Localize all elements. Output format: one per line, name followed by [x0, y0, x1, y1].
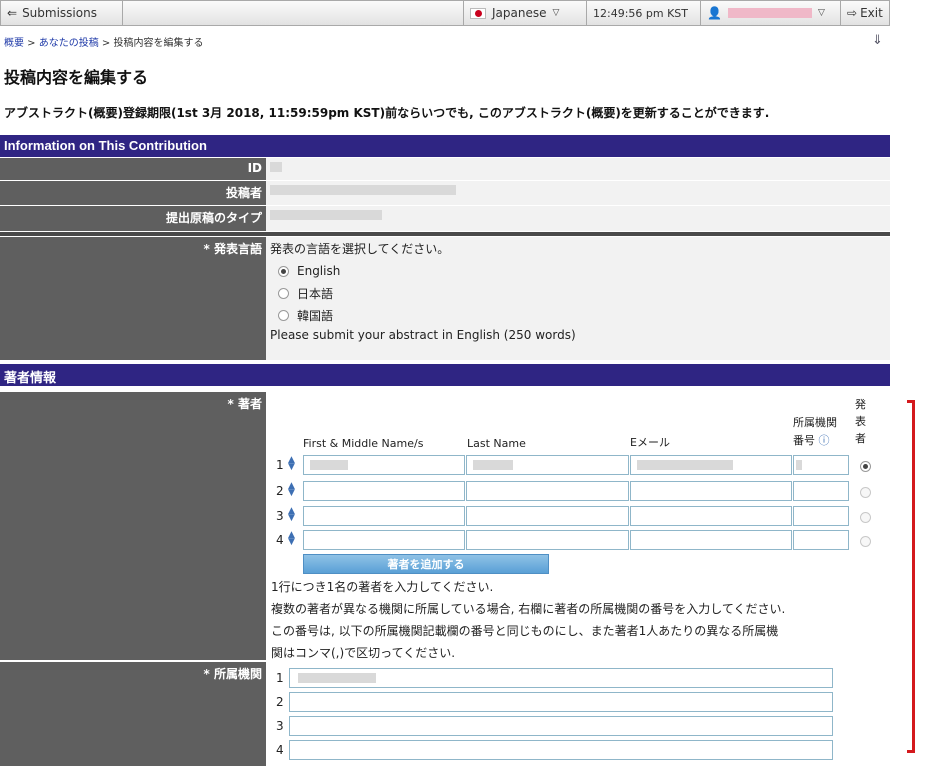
- add-author-button[interactable]: 著者を追加する: [303, 554, 549, 574]
- author-first-name-input[interactable]: [303, 506, 465, 526]
- language-note: Please submit your abstract in English (…: [270, 328, 576, 342]
- top-toolbar: ⇐ Submissions Japanese ▽ 12:49:56 pm KST…: [0, 0, 890, 26]
- info-row-id: ID: [0, 158, 890, 180]
- section-divider: [0, 232, 890, 236]
- author-last-name-input[interactable]: [466, 530, 629, 550]
- language-select[interactable]: Japanese ▽: [463, 1, 587, 25]
- highlight-bracket: [907, 400, 915, 753]
- breadcrumb-submissions-link[interactable]: あなたの投稿: [39, 38, 99, 49]
- author-note-1: 1行につき1名の著者を入力してください.: [271, 580, 494, 594]
- chevron-down-icon: ▽: [552, 8, 560, 18]
- author-affil-input[interactable]: [793, 455, 849, 475]
- author-note-2: 複数の著者が異なる機関に所属している場合, 右欄に著者の所属機関の番号を入力して…: [271, 602, 786, 616]
- user-icon: 👤: [707, 6, 722, 20]
- page-title: 投稿内容を編集する: [4, 68, 149, 87]
- clock-display: 12:49:56 pm KST: [587, 1, 701, 25]
- reorder-arrows-icon[interactable]: ▲ ▼: [288, 507, 295, 523]
- author-first-name-input[interactable]: [303, 455, 465, 475]
- author-last-name-input[interactable]: [466, 481, 629, 501]
- language-prompt: 発表の言語を選択してください。: [270, 242, 450, 256]
- back-arrow-icon: ⇐: [7, 6, 18, 20]
- info-section-header: Information on This Contribution: [0, 135, 890, 157]
- col-email: Eメール: [630, 436, 670, 449]
- affiliation-input[interactable]: [289, 716, 833, 736]
- radio-icon: [278, 309, 289, 321]
- id-redacted: [270, 162, 282, 172]
- reorder-arrows-icon[interactable]: ▲ ▼: [288, 482, 295, 498]
- breadcrumb-overview-link[interactable]: 概要: [4, 38, 24, 49]
- user-menu[interactable]: 👤 ▽: [701, 1, 841, 25]
- info-row-submitter: 投稿者: [0, 181, 890, 205]
- authors-field: * 著者: [0, 392, 890, 660]
- exit-button[interactable]: ⇨ Exit: [841, 1, 889, 25]
- language-option-korean[interactable]: 韓国語: [270, 304, 886, 326]
- author-section-header: 著者情報: [0, 364, 890, 386]
- language-option-english[interactable]: English: [270, 260, 886, 282]
- author-affil-input[interactable]: [793, 481, 849, 501]
- presenter-radio[interactable]: [860, 536, 871, 547]
- type-redacted: [270, 210, 382, 220]
- info-row-type: 提出原稿のタイプ: [0, 206, 890, 231]
- help-icon[interactable]: ⓘ: [819, 434, 830, 447]
- author-note-4: 関はコンマ(,)で区切ってください.: [271, 646, 456, 660]
- affiliation-input[interactable]: [289, 668, 833, 688]
- radio-icon: [278, 287, 289, 299]
- author-note-3: この番号は, 以下の所属機関記載欄の番号と同じものにし、また著者1人あたりの異な…: [271, 624, 779, 638]
- col-first-name: First & Middle Name/s: [303, 437, 424, 450]
- japan-flag-icon: [470, 7, 486, 19]
- breadcrumb-current: 投稿内容を編集する: [113, 38, 204, 49]
- reorder-arrows-icon[interactable]: ▲ ▼: [288, 456, 295, 472]
- author-last-name-input[interactable]: [466, 506, 629, 526]
- presenter-radio[interactable]: [860, 512, 871, 523]
- language-option-japanese[interactable]: 日本語: [270, 282, 886, 304]
- username-redacted: [727, 8, 812, 18]
- author-affil-input[interactable]: [793, 530, 849, 550]
- col-affil-number: 所属機関番号 ⓘ: [793, 416, 837, 447]
- presenter-radio[interactable]: [860, 487, 871, 498]
- author-affil-input[interactable]: [793, 506, 849, 526]
- col-last-name: Last Name: [467, 437, 526, 450]
- affiliation-input[interactable]: [289, 740, 833, 760]
- exit-icon: ⇨: [847, 6, 858, 20]
- author-email-input[interactable]: [630, 506, 792, 526]
- author-first-name-input[interactable]: [303, 481, 465, 501]
- radio-selected-icon: [278, 265, 289, 277]
- author-last-name-input[interactable]: [466, 455, 629, 475]
- language-field: * 発表言語 発表の言語を選択してください。 English 日本語 韓国語 P…: [0, 237, 890, 360]
- download-icon[interactable]: ⇓: [872, 33, 883, 48]
- deadline-notice: アブストラクト(概要)登録期限(1st 3月 2018, 11:59:59pm …: [4, 106, 770, 120]
- submissions-back-button[interactable]: ⇐ Submissions: [1, 1, 123, 25]
- col-presenter: 発表者: [855, 398, 866, 445]
- submitter-redacted: [270, 185, 456, 195]
- presenter-radio[interactable]: [860, 461, 871, 472]
- author-email-input[interactable]: [630, 455, 792, 475]
- author-email-input[interactable]: [630, 530, 792, 550]
- breadcrumb: 概要 > あなたの投稿 > 投稿内容を編集する: [4, 38, 204, 49]
- author-email-input[interactable]: [630, 481, 792, 501]
- author-first-name-input[interactable]: [303, 530, 465, 550]
- chevron-down-icon: ▽: [817, 8, 825, 18]
- reorder-arrows-icon[interactable]: ▲ ▼: [288, 531, 295, 547]
- affiliation-input[interactable]: [289, 692, 833, 712]
